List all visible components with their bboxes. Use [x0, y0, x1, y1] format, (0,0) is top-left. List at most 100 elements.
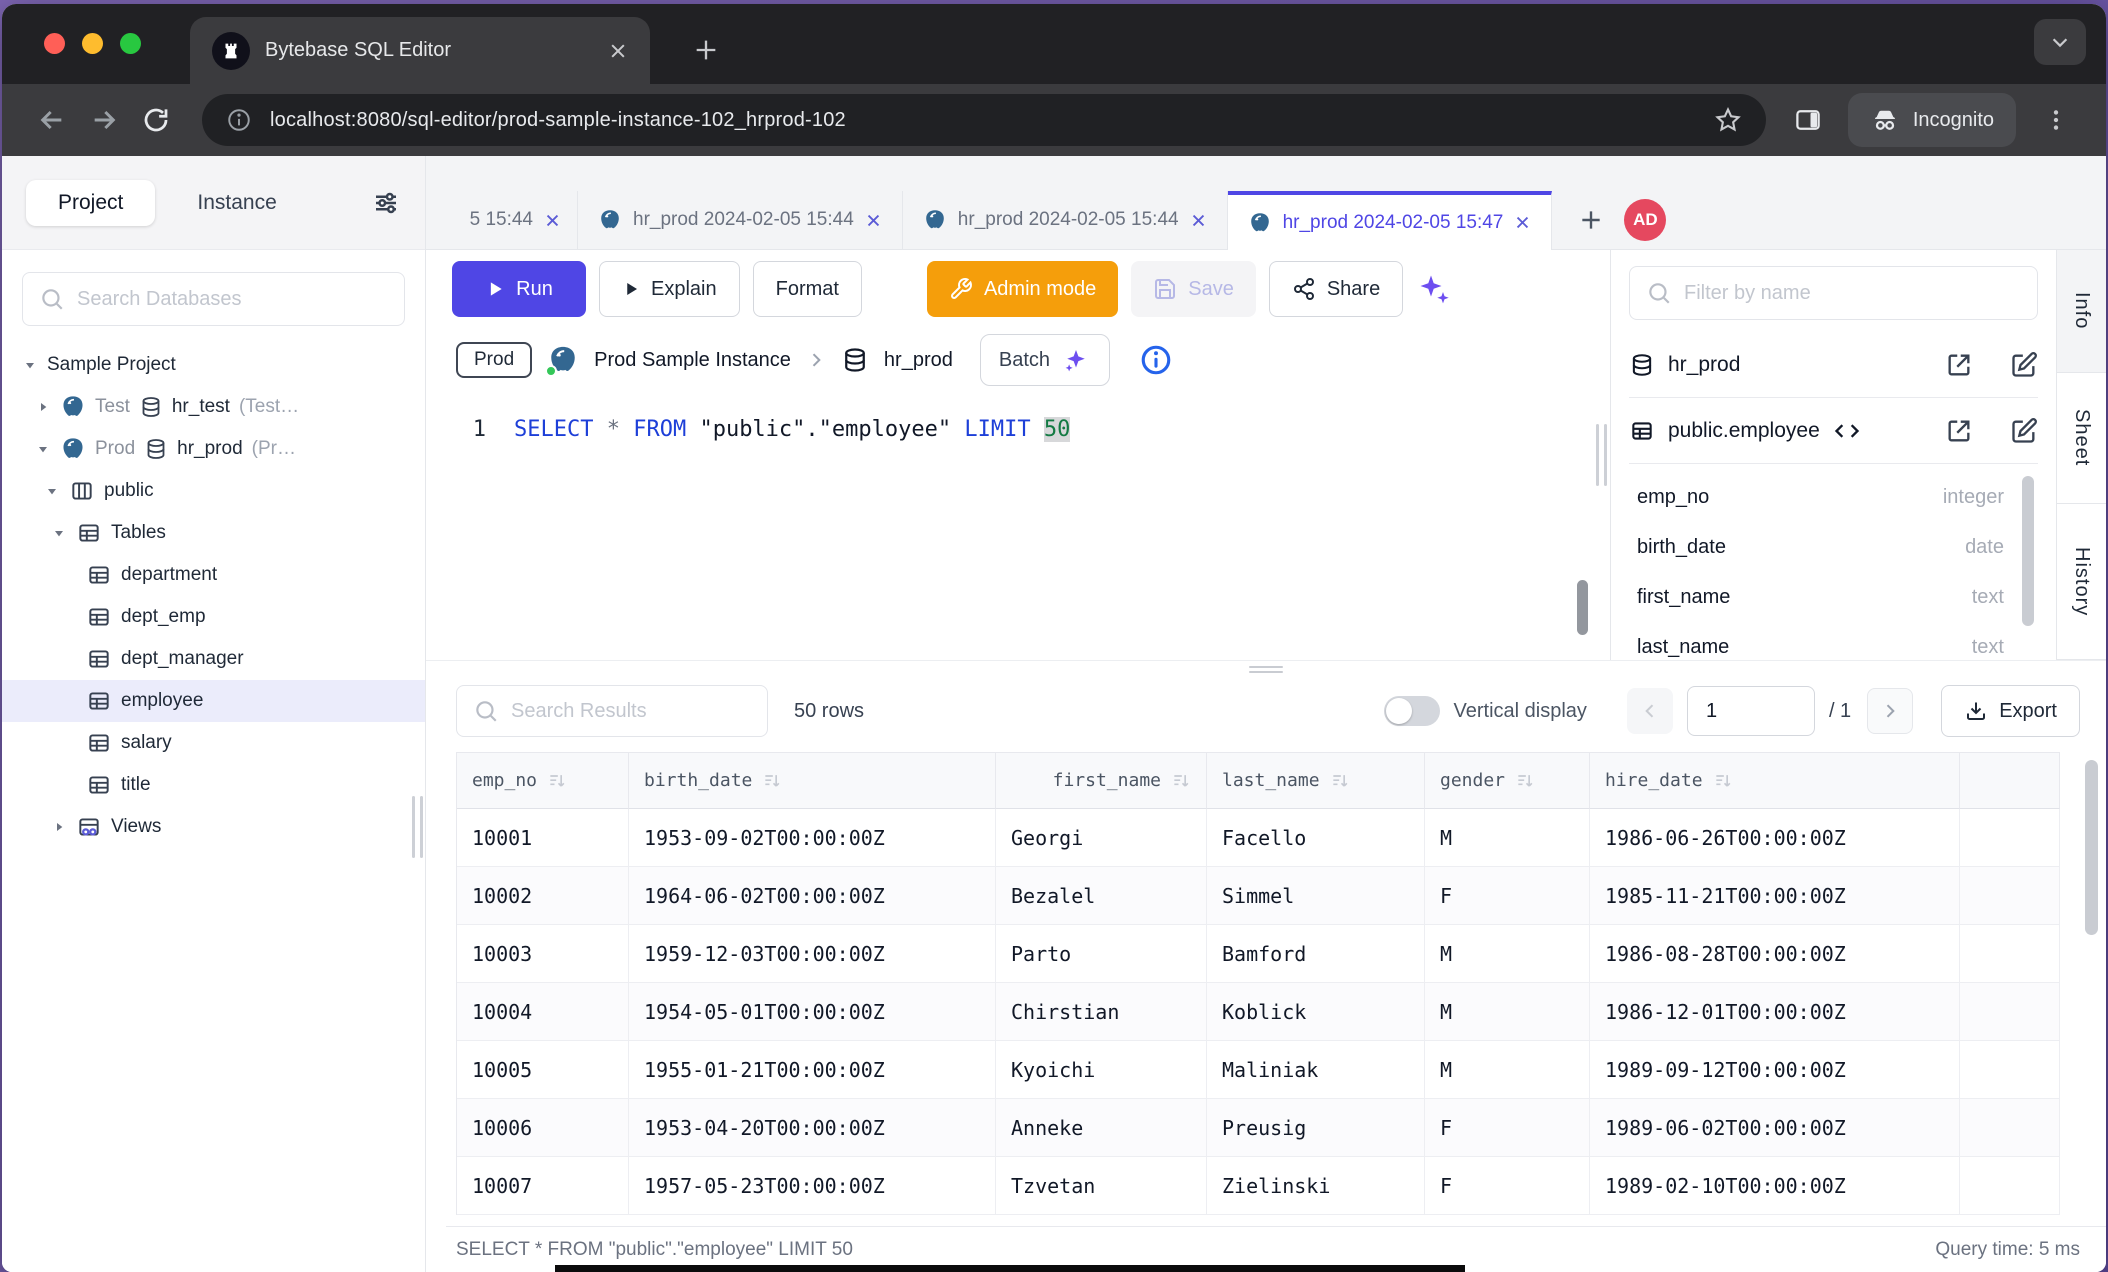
splitter-handle-icon[interactable]	[1249, 663, 1283, 676]
query-tab-3[interactable]: hr_prod 2024-02-05 15:44	[903, 191, 1228, 249]
url-bar[interactable]: localhost:8080/sql-editor/prod-sample-in…	[202, 94, 1766, 146]
query-tab-1[interactable]: 5 15:44	[426, 191, 578, 249]
info-icon[interactable]	[1139, 343, 1173, 377]
panel-resize-handle[interactable]	[1596, 424, 1607, 486]
column-header-birth-date[interactable]: birth_date	[629, 753, 996, 809]
column-row[interactable]: emp_no integer	[1637, 472, 2034, 522]
sort-icon[interactable]	[1171, 771, 1191, 791]
code-icon[interactable]	[1833, 417, 1861, 445]
search-results-input[interactable]	[511, 700, 751, 723]
tree-item-public-schema[interactable]: public	[2, 470, 425, 512]
tree-item-hr-test[interactable]: Test hr_test (Test…	[2, 386, 425, 428]
caret-down-icon[interactable]	[44, 483, 60, 499]
database-name[interactable]: hr_prod	[884, 349, 953, 372]
share-button[interactable]: Share	[1269, 261, 1403, 317]
tree-item-views[interactable]: Views	[2, 806, 425, 848]
ai-sparkle-icon[interactable]	[1416, 271, 1452, 307]
sort-icon[interactable]	[1515, 771, 1535, 791]
next-page-button[interactable]	[1867, 688, 1913, 734]
close-tab-icon[interactable]	[608, 41, 628, 61]
page-number-input[interactable]	[1687, 686, 1815, 736]
tree-settings-icon[interactable]	[371, 188, 401, 218]
column-header-emp-no[interactable]: emp_no	[457, 753, 629, 809]
admin-mode-button[interactable]: Admin mode	[927, 261, 1118, 317]
close-query-tab-icon[interactable]	[544, 212, 561, 229]
tree-item-salary[interactable]: salary	[2, 722, 425, 764]
forward-button[interactable]	[78, 94, 130, 146]
filter-by-name-input[interactable]	[1684, 282, 2021, 305]
close-query-tab-icon[interactable]	[1190, 212, 1207, 229]
instance-name[interactable]: Prod Sample Instance	[594, 349, 791, 372]
column-header-last-name[interactable]: last_name	[1207, 753, 1425, 809]
tree-item-department[interactable]: department	[2, 554, 425, 596]
tab-instance[interactable]: Instance	[165, 180, 308, 226]
sidebar-resize-handle[interactable]	[412, 796, 423, 858]
user-avatar[interactable]: AD	[1624, 199, 1666, 241]
tab-history[interactable]: History	[2057, 504, 2106, 660]
prev-page-button[interactable]	[1627, 688, 1673, 734]
new-tab-button[interactable]	[682, 26, 730, 74]
minimize-window-button[interactable]	[82, 33, 103, 54]
tree-item-employee[interactable]: employee	[2, 680, 425, 722]
sql-editor[interactable]: 1 SELECT * FROM "public"."employee" LIMI…	[426, 392, 1610, 660]
tab-sheet[interactable]: Sheet	[2057, 373, 2106, 504]
column-header-first-name[interactable]: first_name	[996, 753, 1207, 809]
database-search[interactable]	[22, 272, 405, 326]
reload-button[interactable]	[130, 94, 182, 146]
close-query-tab-icon[interactable]	[865, 212, 882, 229]
side-panel-icon[interactable]	[1782, 94, 1834, 146]
sort-icon[interactable]	[1713, 771, 1733, 791]
save-button[interactable]: Save	[1131, 261, 1256, 317]
caret-down-icon[interactable]	[51, 525, 67, 541]
tree-item-dept-emp[interactable]: dept_emp	[2, 596, 425, 638]
browser-menu-icon[interactable]	[2030, 94, 2082, 146]
column-row[interactable]: birth_date date	[1637, 522, 2034, 572]
close-query-tab-icon[interactable]	[1514, 214, 1531, 231]
tree-item-hr-prod[interactable]: Prod hr_prod (Pr…	[2, 428, 425, 470]
add-query-tab-icon[interactable]	[1578, 207, 1604, 233]
edit-icon[interactable]	[2010, 417, 2038, 445]
tree-item-tables[interactable]: Tables	[2, 512, 425, 554]
tree-item-dept-manager[interactable]: dept_manager	[2, 638, 425, 680]
browser-tab[interactable]: Bytebase SQL Editor	[190, 17, 650, 84]
tab-search-button[interactable]	[2034, 19, 2086, 65]
search-results[interactable]	[456, 685, 768, 737]
site-info-icon[interactable]	[226, 107, 252, 133]
back-button[interactable]	[26, 94, 78, 146]
zoom-window-button[interactable]	[120, 33, 141, 54]
open-external-icon[interactable]	[1945, 351, 1973, 379]
column-header-hire-date[interactable]: hire_date	[1590, 753, 1960, 809]
explain-button[interactable]: Explain	[599, 261, 740, 317]
sort-icon[interactable]	[762, 771, 782, 791]
bookmark-star-icon[interactable]	[1714, 106, 1742, 134]
editor-scrollbar[interactable]	[1577, 580, 1588, 635]
query-tab-4-active[interactable]: hr_prod 2024-02-05 15:47	[1228, 191, 1553, 250]
tree-item-sample-project[interactable]: Sample Project	[2, 344, 425, 386]
close-window-button[interactable]	[44, 33, 65, 54]
window-controls[interactable]	[44, 33, 141, 54]
query-tab-2[interactable]: hr_prod 2024-02-05 15:44	[578, 191, 903, 249]
export-button[interactable]: Export	[1941, 685, 2080, 737]
batch-button[interactable]: Batch	[980, 334, 1110, 386]
run-button[interactable]: Run	[452, 261, 586, 317]
vertical-display-toggle[interactable]	[1384, 696, 1440, 726]
column-row[interactable]: first_name text	[1637, 572, 2034, 622]
caret-down-icon[interactable]	[35, 441, 51, 457]
results-splitter[interactable]	[426, 660, 2106, 672]
sort-icon[interactable]	[547, 771, 567, 791]
open-external-icon[interactable]	[1945, 417, 1973, 445]
column-list-scrollbar[interactable]	[2022, 476, 2034, 626]
tab-project[interactable]: Project	[26, 180, 155, 226]
tree-item-title[interactable]: title	[2, 764, 425, 806]
caret-right-icon[interactable]	[51, 819, 67, 835]
filter-by-name[interactable]	[1629, 266, 2038, 320]
column-row[interactable]: last_name text	[1637, 622, 2034, 660]
edit-icon[interactable]	[2010, 351, 2038, 379]
caret-down-icon[interactable]	[22, 357, 38, 373]
search-databases-input[interactable]	[77, 288, 388, 311]
tab-info[interactable]: Info	[2057, 250, 2106, 373]
table-scrollbar[interactable]	[2085, 760, 2098, 935]
sort-icon[interactable]	[1330, 771, 1350, 791]
format-button[interactable]: Format	[753, 261, 862, 317]
column-header-gender[interactable]: gender	[1425, 753, 1590, 809]
